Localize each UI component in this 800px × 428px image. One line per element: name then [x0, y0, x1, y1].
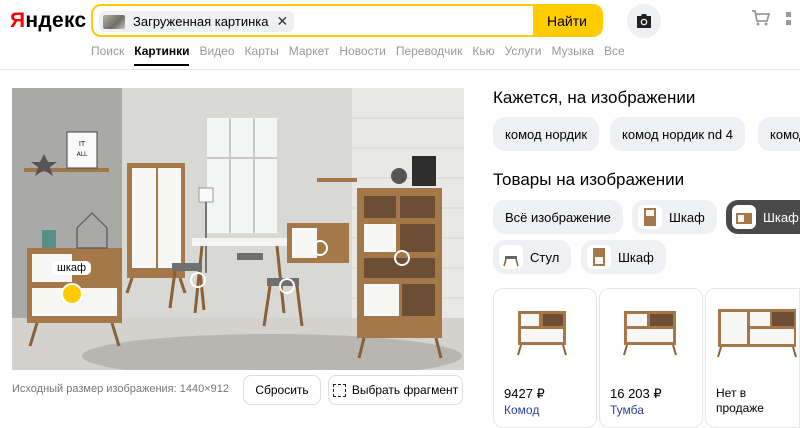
logo-rest: ндекс	[25, 9, 87, 32]
tab-market[interactable]: Маркет	[289, 44, 330, 66]
product-card[interactable]: 16 203 ₽ Тумба	[599, 288, 703, 428]
goods-heading: Товары на изображении	[493, 170, 685, 189]
filter-label: Шкаф	[763, 209, 799, 225]
tab-search[interactable]: Поиск	[91, 44, 124, 66]
svg-text:ALL: ALL	[77, 151, 88, 158]
uploaded-image-thumbnail	[103, 14, 125, 29]
search-bar[interactable]: Загруженная картинка ✕ Найти	[91, 4, 603, 37]
tab-all[interactable]: Все	[604, 44, 625, 66]
services-grid-icon[interactable]	[786, 12, 800, 31]
tab-services[interactable]: Услуги	[505, 44, 542, 66]
filter-chair[interactable]: Стул	[493, 240, 572, 274]
camera-icon[interactable]	[627, 4, 661, 38]
product-card[interactable]: Нет в продаже	[705, 288, 800, 428]
filter-whole-image[interactable]: Всё изображение	[493, 200, 623, 234]
crop-icon	[332, 383, 346, 397]
svg-text:IT: IT	[79, 140, 86, 148]
wardrobe-thumbnail	[732, 205, 756, 229]
search-tabs: Поиск Картинки Видео Карты Маркет Новост…	[91, 44, 635, 66]
wardrobe-thumbnail	[587, 245, 611, 269]
tab-maps[interactable]: Карты	[245, 44, 279, 66]
select-fragment-label: Выбрать фрагмент	[351, 383, 459, 397]
seems-tag-label: комод нордик nd 4	[622, 126, 733, 142]
wardrobe-thumbnail	[638, 205, 662, 229]
image-size-info: Исходный размер изображения: 1440×912	[12, 383, 229, 395]
filter-label: Шкаф	[669, 209, 705, 225]
product-card[interactable]: 9427 ₽ Комод	[493, 288, 597, 428]
logo-first-letter: Я	[10, 9, 26, 32]
seems-tag-label: комод нордик	[505, 126, 588, 142]
filter-label: Шкаф	[618, 249, 654, 265]
filter-wardrobe-selected[interactable]: Шкаф	[726, 200, 800, 234]
filter-label: Стул	[530, 249, 560, 265]
tab-q[interactable]: Кью	[472, 44, 494, 66]
tab-music[interactable]: Музыка	[552, 44, 594, 66]
seems-tag[interactable]: комод нордик	[758, 117, 800, 151]
select-fragment-button[interactable]: Выбрать фрагмент	[328, 375, 463, 405]
reset-button[interactable]: Сбросить	[243, 375, 321, 405]
detected-object-tag[interactable]: шкаф	[52, 261, 92, 275]
filter-wardrobe[interactable]: Шкаф	[632, 200, 717, 234]
uploaded-image-label: Загруженная картинка	[133, 14, 269, 29]
seems-heading: Кажется, на изображении	[493, 88, 696, 107]
seems-tag[interactable]: комод нордик	[493, 117, 600, 151]
room-illustration: IT ALL	[12, 88, 464, 370]
filter-label: Всё изображение	[505, 209, 611, 225]
seems-tag-label: комод нордик	[770, 126, 800, 142]
tab-news[interactable]: Новости	[339, 44, 385, 66]
yandex-logo[interactable]: Яндекс	[10, 9, 87, 33]
product-price: 9427 ₽	[504, 386, 545, 401]
seems-tag[interactable]: комод нордик nd 4	[610, 117, 745, 151]
find-button[interactable]: Найти	[533, 6, 601, 35]
reset-label: Сбросить	[255, 383, 309, 397]
product-image	[517, 311, 567, 356]
header: Яндекс Загруженная картинка ✕ Найти Поис…	[0, 0, 800, 70]
product-name[interactable]: Тумба	[610, 403, 644, 417]
chair-thumbnail	[499, 245, 523, 269]
product-unavailable: Нет в продаже	[716, 386, 764, 415]
product-price: 16 203 ₽	[610, 386, 662, 401]
product-name[interactable]: Комод	[504, 403, 539, 417]
close-icon[interactable]: ✕	[276, 13, 288, 30]
tab-video[interactable]: Видео	[199, 44, 234, 66]
filter-wardrobe-2[interactable]: Шкаф	[581, 240, 666, 274]
product-image	[623, 311, 677, 356]
tab-translate[interactable]: Переводчик	[396, 44, 463, 66]
cart-icon[interactable]	[752, 10, 771, 31]
uploaded-photo[interactable]: IT ALL шкаф	[12, 88, 464, 370]
uploaded-image-chip[interactable]: Загруженная картинка ✕	[99, 11, 295, 32]
tab-images[interactable]: Картинки	[134, 44, 190, 66]
product-image	[717, 309, 797, 358]
